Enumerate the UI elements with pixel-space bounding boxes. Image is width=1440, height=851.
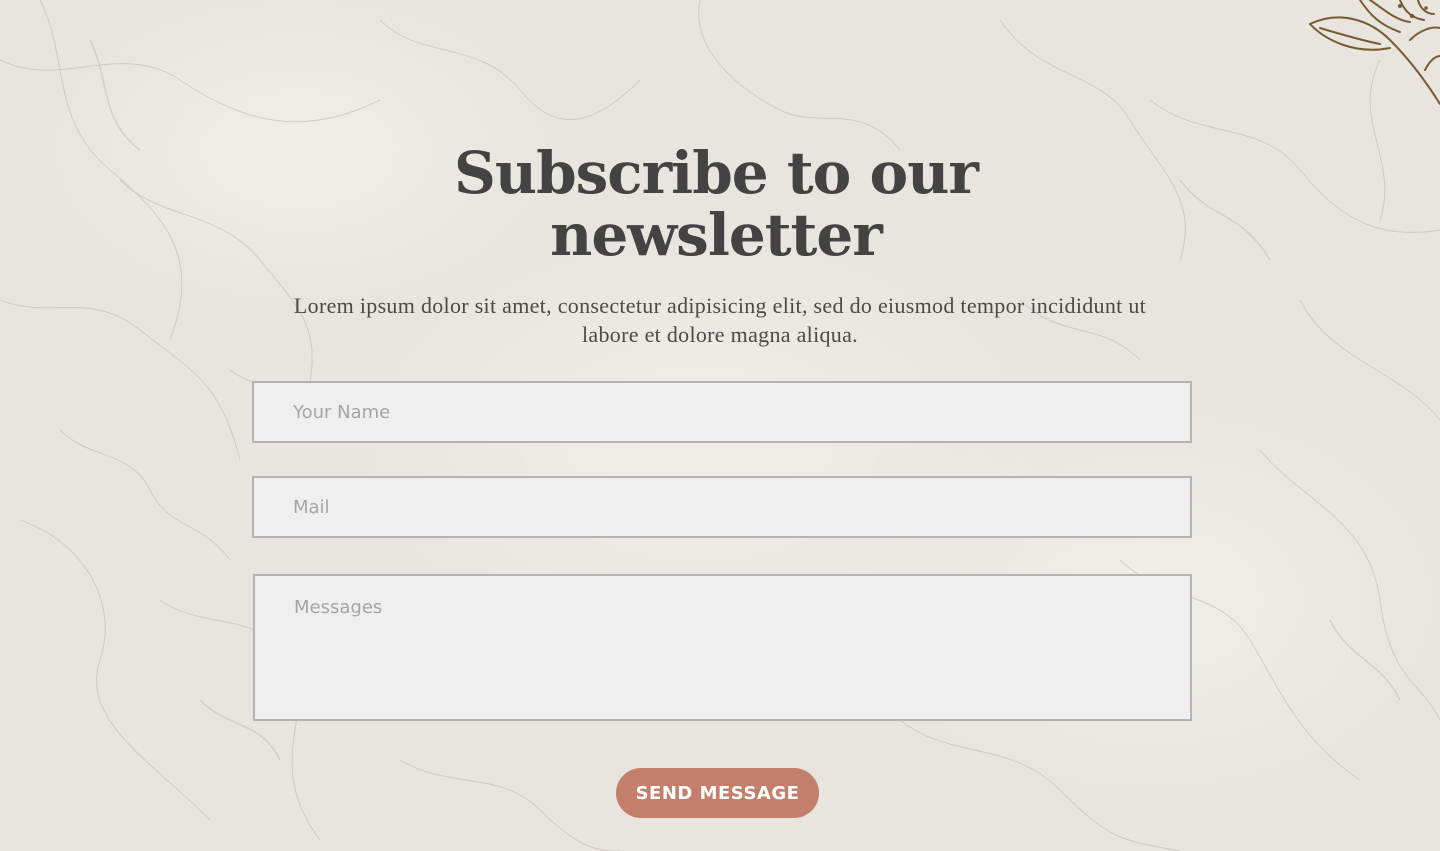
newsletter-section: Subscribe to our newsletter Lorem ipsum … — [0, 0, 1440, 851]
send-message-button[interactable]: SEND MESSAGE — [616, 768, 819, 818]
title-line-2: newsletter — [550, 201, 883, 269]
message-textarea[interactable] — [253, 574, 1192, 721]
newsletter-description: Lorem ipsum dolor sit amet, consectetur … — [293, 293, 1147, 347]
title-line-1: Subscribe to our — [454, 139, 979, 207]
mail-input[interactable] — [252, 476, 1192, 538]
page-title: Subscribe to our newsletter — [420, 142, 1012, 266]
name-input[interactable] — [252, 381, 1192, 443]
